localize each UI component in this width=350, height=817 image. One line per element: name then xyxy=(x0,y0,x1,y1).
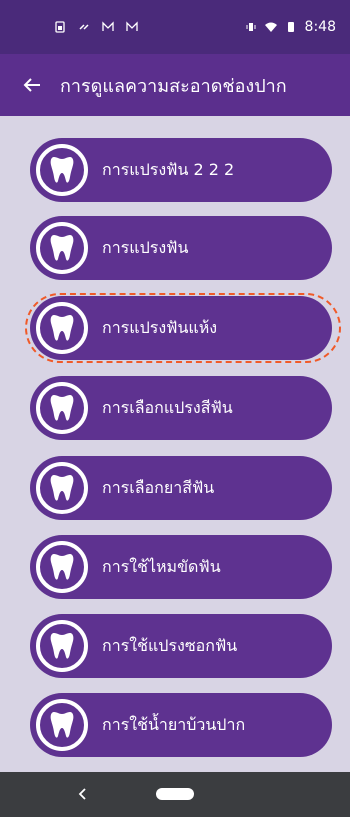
wifi-icon xyxy=(264,22,277,32)
back-button[interactable] xyxy=(16,69,48,101)
tooth-icon xyxy=(36,222,88,274)
list-item-label: การใช้ไหมขัดฟัน xyxy=(102,556,221,576)
list-item[interactable]: การแปรงฟันแห้ง xyxy=(30,296,332,360)
chevron-left-icon xyxy=(78,788,86,800)
mail-icon xyxy=(126,21,138,31)
link-icon xyxy=(79,24,89,30)
tooth-icon xyxy=(36,144,88,196)
list-item-label: การใช้น้ำยาบ้วนปาก xyxy=(102,714,246,734)
list-item[interactable]: การใช้แปรงซอกฟัน xyxy=(30,614,332,678)
list-item-label: การเลือกยาสีฟัน xyxy=(102,477,215,497)
list-item-label: การแปรงฟัน xyxy=(102,237,189,257)
list-item[interactable]: การเลือกยาสีฟัน xyxy=(30,456,332,520)
tooth-icon xyxy=(36,382,88,434)
list-item[interactable]: การแปรงฟัน xyxy=(30,216,332,280)
list-item[interactable]: การแปรงฟัน 2 2 2 xyxy=(30,138,332,202)
tooth-icon xyxy=(36,620,88,672)
battery-icon xyxy=(287,22,294,32)
nav-back-button[interactable] xyxy=(70,782,94,806)
list-item[interactable]: การเลือกแปรงสีฟัน xyxy=(30,376,332,440)
tooth-icon xyxy=(36,699,88,751)
tooth-icon xyxy=(36,541,88,593)
nav-home-button[interactable] xyxy=(156,788,194,800)
list-item[interactable]: การใช้น้ำยาบ้วนปาก xyxy=(30,693,332,757)
vibrate-icon xyxy=(246,23,256,31)
list-item-label: การแปรงฟันแห้ง xyxy=(102,317,218,337)
arrow-left-icon xyxy=(23,78,40,92)
tooth-icon xyxy=(36,462,88,514)
navigation-bar xyxy=(0,772,350,817)
list-item-label: การใช้แปรงซอกฟัน xyxy=(102,635,238,655)
notification-icons xyxy=(54,21,138,33)
app-bar: การดูแลความสะอาดช่องปาก xyxy=(0,54,350,116)
page-title: การดูแลความสะอาดช่องปาก xyxy=(60,75,287,97)
list-item-label: การแปรงฟัน 2 2 2 xyxy=(102,159,235,179)
list-item-label: การเลือกแปรงสีฟัน xyxy=(102,397,233,417)
tooth-icon xyxy=(36,302,88,354)
sim-card-icon xyxy=(55,21,65,33)
status-bar: 8:48 xyxy=(0,0,350,54)
list-item[interactable]: การใช้ไหมขัดฟัน xyxy=(30,535,332,599)
clock: 8:48 xyxy=(304,19,336,35)
mail-icon xyxy=(102,21,114,31)
system-icons: 8:48 xyxy=(245,19,336,35)
